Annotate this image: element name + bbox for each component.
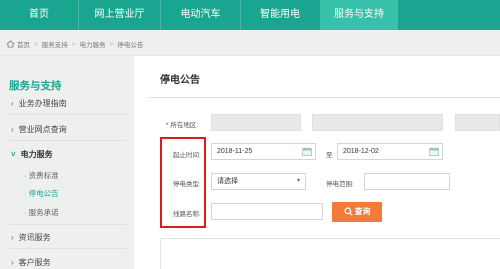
outage-range-input[interactable] [364, 173, 450, 190]
breadcrumb-power-service[interactable]: 电力服务 [80, 39, 106, 49]
divider [9, 224, 127, 225]
calendar-icon[interactable] [302, 147, 312, 156]
divider [148, 97, 500, 98]
breadcrumb-bar: 首页 > 服务支持 > 电力服务 > 停电公告 [0, 30, 500, 56]
page-title: 停电公告 [160, 75, 200, 86]
nav-service-support[interactable]: 服务与支持 [320, 0, 398, 30]
chevron-right-icon: > [71, 40, 76, 48]
top-nav: 首页 网上营业厅 电动汽车 智能用电 服务与支持 [0, 0, 500, 30]
end-date-input[interactable]: 2018-12-02 [337, 143, 443, 160]
chevron-right-icon: › [11, 258, 14, 267]
query-button[interactable]: 查询 [332, 202, 382, 222]
sidebar-title: 服务与支持 [9, 80, 62, 92]
start-date-value: 2018-11-25 [217, 148, 253, 155]
sidebar-subitem-promise[interactable]: · 服务承诺 [24, 207, 59, 218]
breadcrumb-current: 停电公告 [117, 42, 144, 49]
search-icon [343, 207, 353, 217]
query-button-label: 查询 [354, 207, 371, 216]
line-name-input[interactable] [211, 203, 323, 220]
sidebar-subitem-outage[interactable]: · 停电公告 [24, 188, 59, 199]
nav-home[interactable]: 首页 [0, 0, 78, 30]
chevron-right-icon: > [109, 40, 114, 48]
chevron-down-icon: ▾ [296, 178, 300, 184]
nav-online-hall[interactable]: 网上营业厅 [79, 0, 160, 30]
chevron-right-icon: › [11, 125, 14, 134]
sidebar-item-label: 资讯服务 [18, 233, 51, 242]
sidebar-subitem-tariff[interactable]: · 资费标准 [24, 170, 59, 181]
outage-type-select[interactable]: 请选择 ▾ [211, 173, 306, 190]
outage-range-label: 停电范围: [326, 181, 354, 188]
sidebar-item-customer[interactable]: › 客户服务 [11, 257, 51, 268]
chevron-down-icon: ˅ [11, 150, 16, 159]
sidebar-item-label: 业务办理指南 [18, 99, 67, 108]
nav-ev[interactable]: 电动汽车 [161, 0, 240, 30]
divider [9, 140, 127, 141]
calendar-icon[interactable] [429, 147, 439, 156]
chevron-right-icon: › [11, 233, 14, 242]
results-panel [160, 238, 500, 269]
breadcrumb-home[interactable]: 首页 [17, 39, 30, 49]
divider [9, 114, 127, 115]
start-date-input[interactable]: 2018-11-25 [211, 143, 316, 160]
region-label: * 所在地区: [166, 122, 199, 129]
outage-type-value: 请选择 [217, 178, 238, 185]
sidebar-item-label: 客户服务 [18, 258, 51, 267]
divider [9, 248, 127, 249]
sidebar-item-outlets[interactable]: › 营业网点查询 [11, 124, 67, 135]
sidebar-item-label: 电力服务 [20, 150, 53, 159]
breadcrumb-service[interactable]: 服务支持 [42, 39, 68, 49]
sidebar-item-label: 营业网点查询 [18, 125, 67, 134]
home-icon[interactable] [6, 40, 15, 48]
end-date-value: 2018-12-02 [343, 148, 379, 155]
sidebar-item-info[interactable]: › 资讯服务 [11, 232, 51, 243]
chevron-right-icon: › [11, 99, 14, 108]
district-select[interactable] [455, 114, 500, 131]
sidebar-item-guide[interactable]: › 业务办理指南 [11, 98, 67, 109]
breadcrumb: 首页 > 服务支持 > 电力服务 > 停电公告 [6, 39, 143, 49]
nav-smart-power[interactable]: 智能用电 [241, 0, 319, 30]
city-select[interactable] [312, 114, 443, 131]
highlight-box [160, 137, 206, 228]
chevron-right-icon: > [34, 40, 38, 48]
province-select[interactable] [211, 114, 301, 131]
date-separator: 至 [326, 152, 333, 159]
sidebar-item-power-service[interactable]: ˅ 电力服务 [11, 149, 53, 160]
